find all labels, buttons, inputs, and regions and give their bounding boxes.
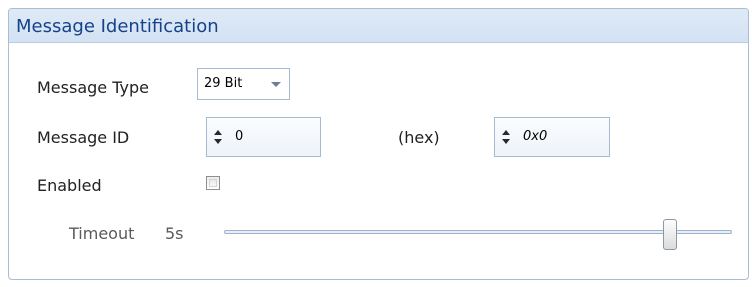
timeout-slider-track[interactable] [224,230,732,234]
message-id-spinner[interactable]: 0 [206,117,321,157]
chevron-up-icon[interactable] [214,130,222,135]
timeout-slider-thumb[interactable] [663,219,677,250]
spinner-buttons [213,128,223,146]
timeout-value: 5s [165,224,184,243]
message-id-hex-value[interactable]: 0x0 [523,129,547,145]
spinner-buttons [501,128,511,146]
chevron-down-icon[interactable] [502,139,510,144]
timeout-label: Timeout [69,224,135,243]
message-type-dropdown[interactable]: 29 Bit [197,68,290,100]
message-type-label: Message Type [37,78,149,97]
enabled-checkbox[interactable] [206,176,220,190]
panel-title: Message Identification [16,16,219,37]
dropdown-arrow-icon[interactable] [271,82,281,87]
message-type-value: 29 Bit [204,76,243,91]
message-id-value[interactable]: 0 [235,129,243,145]
panel-header: Message Identification [9,9,748,43]
chevron-up-icon[interactable] [502,130,510,135]
enabled-label: Enabled [37,176,102,195]
message-id-hex-spinner[interactable]: 0x0 [494,117,610,157]
chevron-down-icon[interactable] [214,139,222,144]
message-id-label: Message ID [37,128,130,147]
hex-label: (hex) [398,128,440,147]
